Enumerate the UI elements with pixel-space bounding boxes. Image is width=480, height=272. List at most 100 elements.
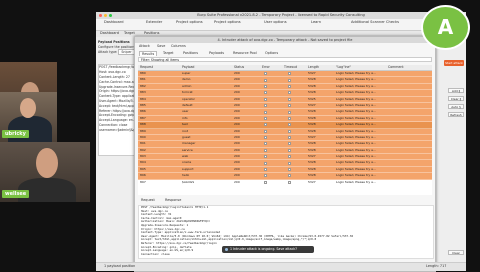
cell-grep: Login failed, Please try a...	[336, 71, 376, 75]
table-row[interactable]: 897 $ALOGS 200 5327 Login failed, Please try…	[138, 179, 432, 187]
timeout-checkbox	[288, 78, 291, 82]
subtab-positions[interactable]: Positions	[144, 31, 159, 35]
cell-request: 887	[140, 115, 146, 120]
tab-additional-scanner-checks[interactable]: Additional Scanner Checks	[351, 20, 399, 24]
cell-request: 890	[140, 134, 146, 139]
cell-status: 200	[234, 160, 240, 165]
col-error[interactable]: Error	[262, 65, 270, 70]
error-checkbox	[264, 116, 267, 120]
cell-payload: guest	[182, 134, 191, 139]
cell-grep: Login failed, Please try a...	[336, 141, 376, 146]
tab-extender[interactable]: Project options	[176, 20, 203, 24]
cell-status: 200	[234, 102, 240, 107]
timeout-checkbox	[288, 129, 291, 133]
person-figure	[8, 116, 52, 142]
error-checkbox	[264, 142, 267, 146]
refresh-button[interactable]: Refresh	[448, 112, 464, 117]
error-checkbox	[264, 72, 267, 76]
cell-grep: Login failed, Please try a...	[336, 102, 376, 107]
cell-length: 5327	[308, 179, 316, 184]
cell-length: 5328	[308, 173, 316, 178]
cell-grep: Login failed, Please try a...	[336, 173, 376, 178]
cell-payload: admin	[182, 83, 192, 88]
col-timeout[interactable]: Timeout	[284, 65, 297, 70]
tab-project-options[interactable]: Project options	[214, 20, 241, 24]
cell-length: 5328	[308, 109, 316, 114]
cell-length: 5328	[308, 166, 316, 171]
error-checkbox	[264, 180, 267, 184]
cell-status: 200	[234, 179, 240, 184]
minimize-window-icon[interactable]	[104, 14, 107, 17]
results-filter-bar[interactable]: Filter: Showing all items	[138, 57, 432, 62]
error-checkbox	[264, 174, 267, 178]
menu-save[interactable]: Save	[157, 44, 165, 48]
attack-type-select[interactable]: Sniper	[118, 48, 135, 55]
clear-button[interactable]: Clear	[448, 250, 464, 255]
cell-request: 895	[140, 166, 146, 171]
tab-target[interactable]: Target	[161, 51, 176, 55]
col-status[interactable]: Status	[234, 65, 244, 70]
error-checkbox	[264, 97, 267, 101]
col-request[interactable]: Request	[140, 65, 153, 70]
tab-dashboard[interactable]: Dashboard	[104, 20, 124, 24]
menu-columns[interactable]: Columns	[171, 44, 186, 48]
start-attack-button[interactable]: Start attack	[444, 60, 464, 66]
menu-attack[interactable]: Attack	[139, 44, 150, 48]
col-grep[interactable]: "Log"ine"	[336, 65, 351, 70]
results-rows: 880 super 200 5327 Login failed, Please try …	[138, 71, 432, 187]
error-checkbox	[264, 91, 267, 95]
cell-payload: user	[182, 109, 189, 114]
tab-results[interactable]: Results	[139, 51, 158, 56]
webcam-3: wellsee	[0, 142, 90, 202]
tab-request[interactable]: Request	[141, 198, 155, 202]
clear-marker-button[interactable]: Clear §	[448, 96, 464, 101]
add-marker-button[interactable]: Add §	[448, 88, 464, 93]
cell-request: 891	[140, 141, 146, 146]
cell-grep: Login failed, Please try a...	[336, 96, 376, 101]
tab-resource-pool[interactable]: Resource Pool	[231, 51, 259, 55]
cell-request: 896	[140, 173, 146, 178]
cell-length: 5328	[308, 115, 316, 120]
cell-status: 200	[234, 71, 240, 75]
error-checkbox	[264, 168, 267, 172]
auto-marker-button[interactable]: Auto §	[448, 104, 464, 109]
cell-status: 200	[234, 96, 240, 101]
cell-payload: manager	[182, 141, 196, 146]
webcam-name-tag: wellsee	[2, 190, 30, 198]
attack-type-label: Attack type:	[98, 49, 118, 54]
tab-user-options[interactable]: User options	[264, 20, 287, 24]
subtab-target[interactable]: Target	[124, 31, 135, 35]
cell-grep: Login failed, Please try a...	[336, 109, 376, 114]
cell-grep: Login failed, Please try a...	[336, 122, 376, 127]
tab-positions[interactable]: Positions	[181, 51, 200, 55]
tab-logger[interactable]: Extender	[146, 20, 162, 24]
tab-payloads[interactable]: Payloads	[207, 51, 226, 55]
tab-options[interactable]: Options	[263, 51, 280, 55]
subtab-dashboard[interactable]: Dashboard	[100, 31, 119, 35]
cell-status: 200	[234, 128, 240, 133]
timeout-checkbox	[288, 180, 291, 184]
tab-response[interactable]: Response	[165, 198, 181, 202]
cell-length: 5328	[308, 128, 316, 133]
col-payload[interactable]: Payload	[182, 65, 194, 70]
cell-status: 200	[234, 134, 240, 139]
maximize-window-icon[interactable]	[109, 14, 112, 17]
error-checkbox	[264, 148, 267, 152]
notification-toast[interactable]: 1 Intruder attack is ongoing. Save attac…	[222, 246, 314, 253]
cell-request: 892	[140, 147, 146, 152]
tab-learn[interactable]: Learn	[311, 20, 321, 24]
col-length[interactable]: Length	[308, 65, 319, 70]
col-comment[interactable]: Comment	[388, 65, 404, 70]
cell-payload: operator	[182, 96, 195, 101]
webcam-2: ubricky	[0, 92, 57, 142]
cell-grep: Login failed, Please try a...	[336, 179, 376, 184]
timeout-checkbox	[288, 161, 291, 165]
cell-length: 5327	[308, 154, 316, 159]
timeout-checkbox	[288, 123, 291, 127]
top-tab-bar: Dashboard Extender Project options Proje…	[96, 19, 466, 31]
close-window-icon[interactable]	[99, 14, 102, 17]
cell-payload: hello	[182, 173, 190, 178]
info-icon	[225, 248, 228, 251]
timeout-checkbox	[288, 104, 291, 108]
cell-payload: support	[182, 166, 194, 171]
